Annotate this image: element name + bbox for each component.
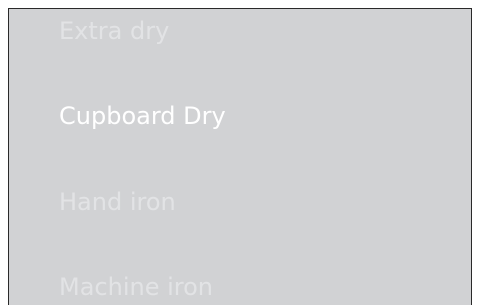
option-hand-iron[interactable]: Hand iron bbox=[59, 187, 176, 217]
option-cupboard-dry[interactable]: Cupboard Dry bbox=[59, 101, 226, 131]
option-extra-dry[interactable]: Extra dry bbox=[59, 16, 169, 46]
option-machine-iron[interactable]: Machine iron bbox=[59, 272, 213, 302]
dry-program-picker[interactable]: Extra dry Cupboard Dry Hand iron Machine… bbox=[8, 8, 472, 305]
